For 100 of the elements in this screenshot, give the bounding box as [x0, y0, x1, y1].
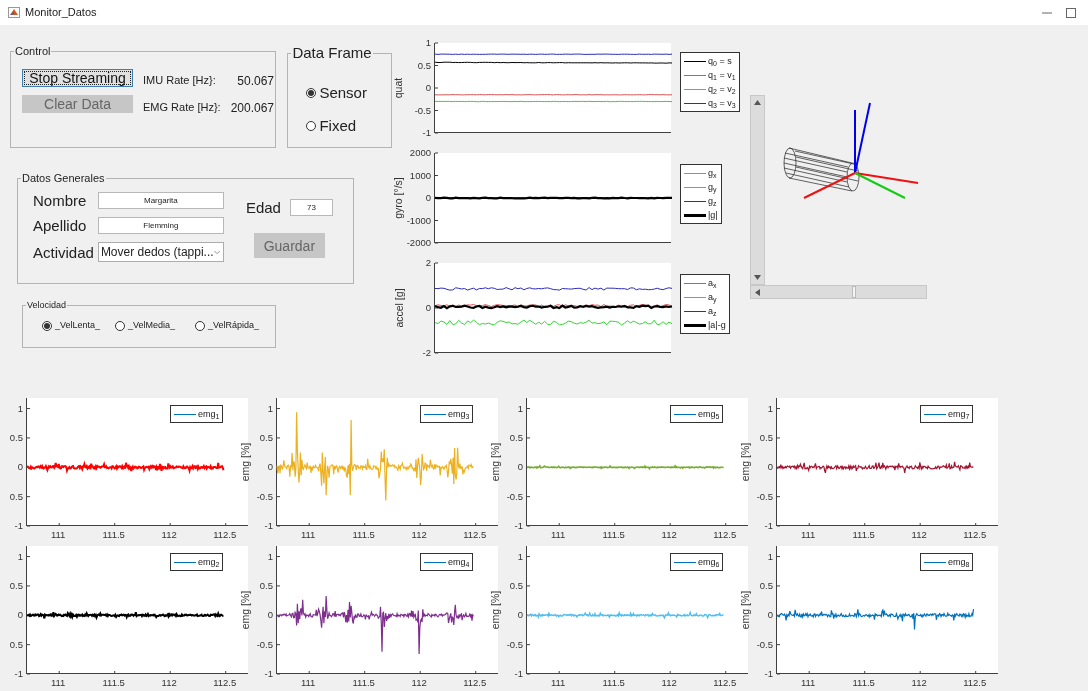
y-tick-label: -2 — [422, 347, 431, 359]
rate-value: 50.067 — [236, 73, 275, 91]
scroll-up-icon[interactable] — [754, 100, 761, 105]
y-tick-label: 0.5 — [259, 579, 273, 592]
legend-label: emg$_{4}$ — [448, 556, 470, 569]
scroll-thumb[interactable] — [852, 286, 856, 298]
x-tick-label: 112 — [411, 677, 427, 689]
y-tick-label: -0.5 — [756, 638, 773, 651]
panel-title: Control — [14, 45, 52, 58]
y-tick-label: -0.5 — [756, 490, 773, 503]
scroll-left-icon[interactable] — [755, 288, 760, 296]
y-tick-label: 1 — [517, 550, 523, 563]
x-tick-label: 112.5 — [463, 677, 487, 689]
x-tick-label: 112.5 — [463, 529, 487, 541]
horizontal-scrollbar[interactable] — [750, 285, 927, 299]
y-tick-label: -1 — [764, 668, 773, 680]
y-tick-label: 0.5 — [759, 579, 773, 592]
y-tick-label: -0.5 — [256, 490, 273, 503]
panel-title: Datos Generales — [21, 172, 106, 185]
y-tick-label: -1 — [14, 668, 23, 680]
x-tick-label: 111 — [800, 529, 816, 541]
x-tick-label: 111.5 — [602, 677, 625, 689]
x-tick-label: 112 — [411, 529, 427, 541]
x-tick-label: 111 — [550, 529, 566, 541]
y-tick-label: 2 — [425, 257, 431, 269]
y-tick-label: 0 — [517, 609, 523, 622]
legend-label: a$_{z}$ — [708, 305, 717, 318]
activity-dropdown[interactable]: Mover dedos (tappi... — [97, 242, 224, 263]
axis-label: emg [%] — [488, 442, 501, 482]
radio-indicator[interactable] — [42, 320, 52, 331]
y-tick-label: 0 — [17, 461, 23, 474]
axis-label: emg [%] — [238, 442, 251, 482]
axis-label: quat — [392, 77, 405, 99]
x-tick-label: 112.5 — [963, 529, 987, 541]
y-tick-label: 0 — [425, 82, 431, 94]
y-tick-label: -1 — [514, 668, 523, 680]
y-tick-label: 1 — [267, 550, 273, 563]
y-tick-label: -1 — [422, 127, 431, 139]
legend-label: g$_{y}$ — [708, 181, 717, 194]
radio-option[interactable]: _VelRápida_ — [195, 318, 275, 333]
x-tick-label: 111 — [800, 677, 816, 689]
rate-value: 200.067 — [230, 100, 275, 118]
radio-indicator[interactable] — [195, 320, 206, 331]
legend-label: emg$_{5}$ — [698, 408, 720, 421]
x-tick-label: 111 — [50, 677, 66, 689]
y-tick-label: 1 — [17, 550, 23, 563]
y-tick-label: 0 — [425, 302, 431, 314]
x-tick-label: 112 — [911, 529, 927, 541]
y-tick-label: -1 — [514, 520, 523, 532]
radio-option[interactable]: Sensor — [306, 81, 391, 104]
y-tick-label: 0.5 — [9, 431, 23, 444]
y-tick-label: 0.5 — [259, 431, 273, 444]
y-tick-label: 1 — [425, 37, 431, 49]
action-button[interactable]: Stop Streaming — [22, 69, 133, 88]
y-tick-label: -2000 — [406, 237, 431, 249]
x-tick-label: 112.5 — [713, 677, 737, 689]
legend-label: q$_{1}$ = v$_{1}$ — [708, 69, 736, 82]
legend-label: |g| — [708, 209, 718, 222]
age-field[interactable]: 73 — [289, 199, 333, 217]
legend-label: emg$_{3}$ — [448, 408, 470, 421]
x-tick-label: 111 — [50, 529, 66, 541]
window-title: Monitor_Datos — [25, 5, 97, 21]
y-tick-label: -1 — [14, 520, 23, 532]
panel-title: Data Frame — [291, 45, 373, 62]
panel-title: Velocidad — [26, 301, 68, 311]
y-tick-label: 1 — [17, 402, 23, 415]
y-tick-label: -1 — [264, 668, 273, 680]
legend-label: q$_{0}$ = s — [708, 55, 732, 68]
caret-icon — [213, 249, 220, 255]
radio-option[interactable]: _VelMedia_ — [115, 318, 196, 333]
y-tick-label: 0.5 — [417, 59, 431, 72]
field-label: Edad — [245, 200, 281, 216]
x-tick-label: 111 — [300, 677, 316, 689]
radio-indicator[interactable] — [115, 320, 126, 331]
radio-indicator[interactable] — [306, 87, 317, 98]
x-tick-label: 111.5 — [352, 677, 375, 689]
radio-option[interactable]: Fixed — [306, 115, 391, 138]
text-field[interactable]: Margarita — [97, 192, 224, 210]
y-tick-label: 0 — [767, 461, 773, 474]
y-tick-label: -1000 — [406, 214, 431, 227]
vertical-scrollbar[interactable] — [750, 95, 765, 285]
scroll-down-icon[interactable] — [754, 275, 761, 280]
x-tick-label: 111 — [300, 529, 316, 541]
app-icon — [8, 7, 20, 18]
text-field[interactable]: Flemming — [97, 217, 224, 235]
y-tick-label: 0 — [767, 609, 773, 622]
y-tick-label: 0.5 — [759, 431, 773, 444]
axis-label: emg [%] — [488, 590, 501, 630]
maximize-icon[interactable] — [1066, 7, 1076, 18]
radio-indicator[interactable] — [306, 121, 317, 132]
x-tick-label: 112.5 — [963, 677, 987, 689]
legend-label: emg$_{2}$ — [198, 556, 220, 569]
legend-label: emg$_{7}$ — [948, 408, 970, 421]
rate-label: IMU Rate [Hz}: — [143, 73, 217, 89]
radio-option[interactable]: _VelLenta_ — [42, 318, 116, 333]
x-tick-label: 112 — [661, 677, 677, 689]
legend-label: emg$_{6}$ — [698, 556, 720, 569]
y-tick-label: 0 — [267, 609, 273, 622]
y-tick-label: -0.5 — [506, 490, 523, 503]
legend-label: g$_{x}$ — [708, 167, 717, 180]
